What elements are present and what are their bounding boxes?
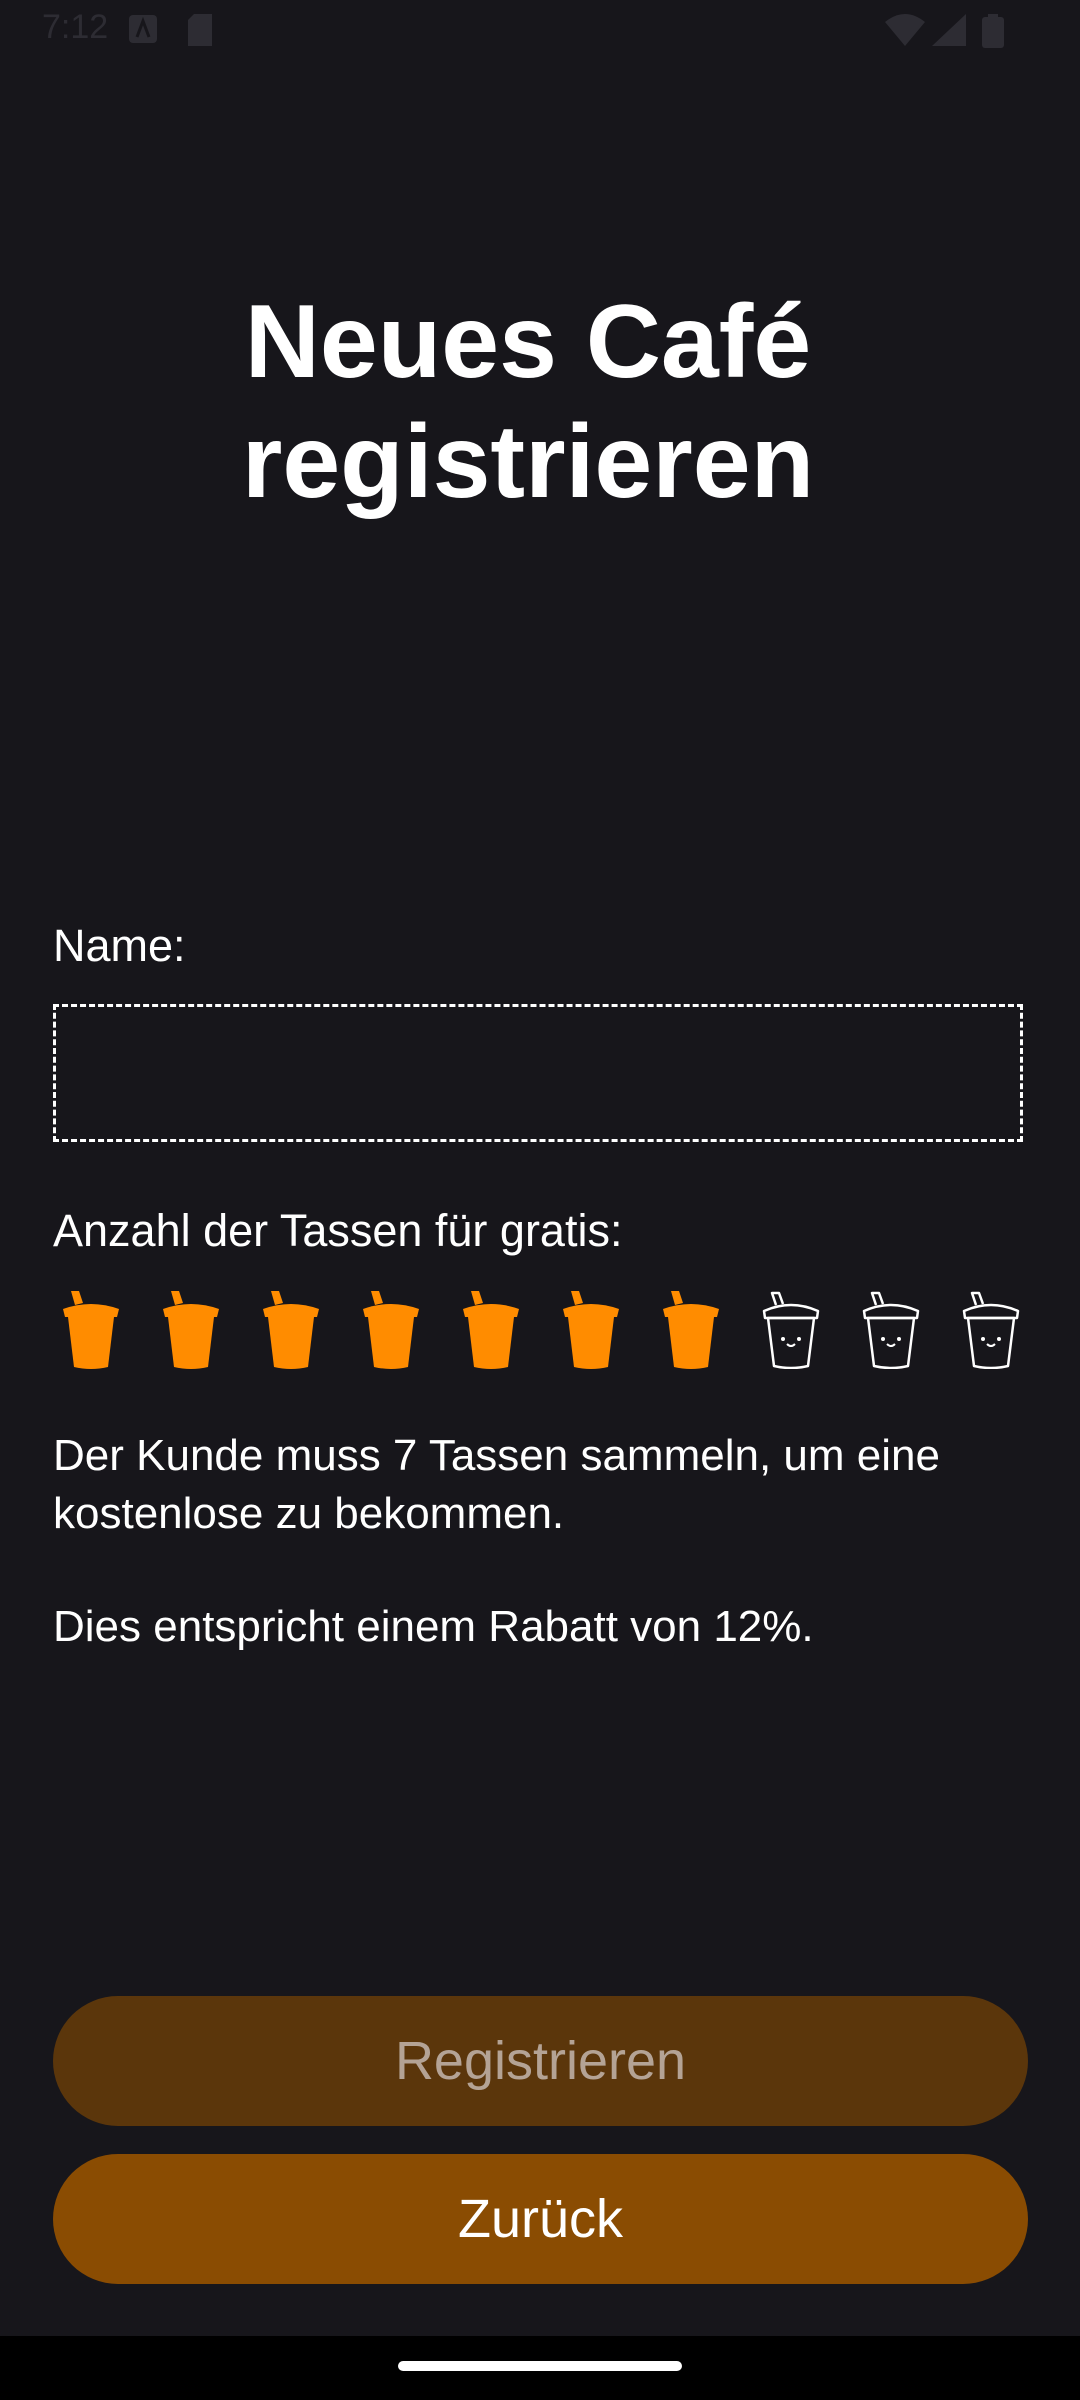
sd-card-icon xyxy=(186,14,214,51)
signal-icon xyxy=(932,14,966,51)
page-title: Neues Café registrieren xyxy=(0,282,1056,522)
battery-icon xyxy=(982,14,1004,53)
status-time: 7:12 xyxy=(42,8,109,46)
cups-selector xyxy=(53,1285,1028,1375)
register-button[interactable]: Registrieren xyxy=(53,1996,1028,2126)
info-cups-text: Der Kunde muss 7 Tassen sammeln, um eine… xyxy=(53,1431,940,1538)
cup-filled-icon[interactable] xyxy=(453,1285,528,1375)
cup-filled-icon[interactable] xyxy=(353,1285,428,1375)
wifi-icon xyxy=(885,14,925,51)
cup-empty-icon[interactable] xyxy=(953,1285,1028,1375)
status-bar: 7:12 xyxy=(0,0,1080,62)
page-title-line2: registrieren xyxy=(241,404,815,520)
name-label: Name: xyxy=(53,920,186,971)
page-title-line1: Neues Café xyxy=(244,284,812,400)
cup-filled-icon[interactable] xyxy=(253,1285,328,1375)
name-input[interactable] xyxy=(53,1004,1023,1142)
home-indicator[interactable] xyxy=(398,2361,682,2371)
cup-filled-icon[interactable] xyxy=(153,1285,228,1375)
cup-empty-icon[interactable] xyxy=(853,1285,928,1375)
cup-filled-icon[interactable] xyxy=(553,1285,628,1375)
cups-label: Anzahl der Tassen für gratis: xyxy=(53,1205,623,1256)
cup-empty-icon[interactable] xyxy=(753,1285,828,1375)
cup-filled-icon[interactable] xyxy=(653,1285,728,1375)
cup-filled-icon[interactable] xyxy=(53,1285,128,1375)
back-button[interactable]: Zurück xyxy=(53,2154,1028,2284)
accessibility-icon xyxy=(128,14,158,49)
info-discount-text: Dies entspricht einem Rabatt von 12%. xyxy=(53,1602,814,1651)
